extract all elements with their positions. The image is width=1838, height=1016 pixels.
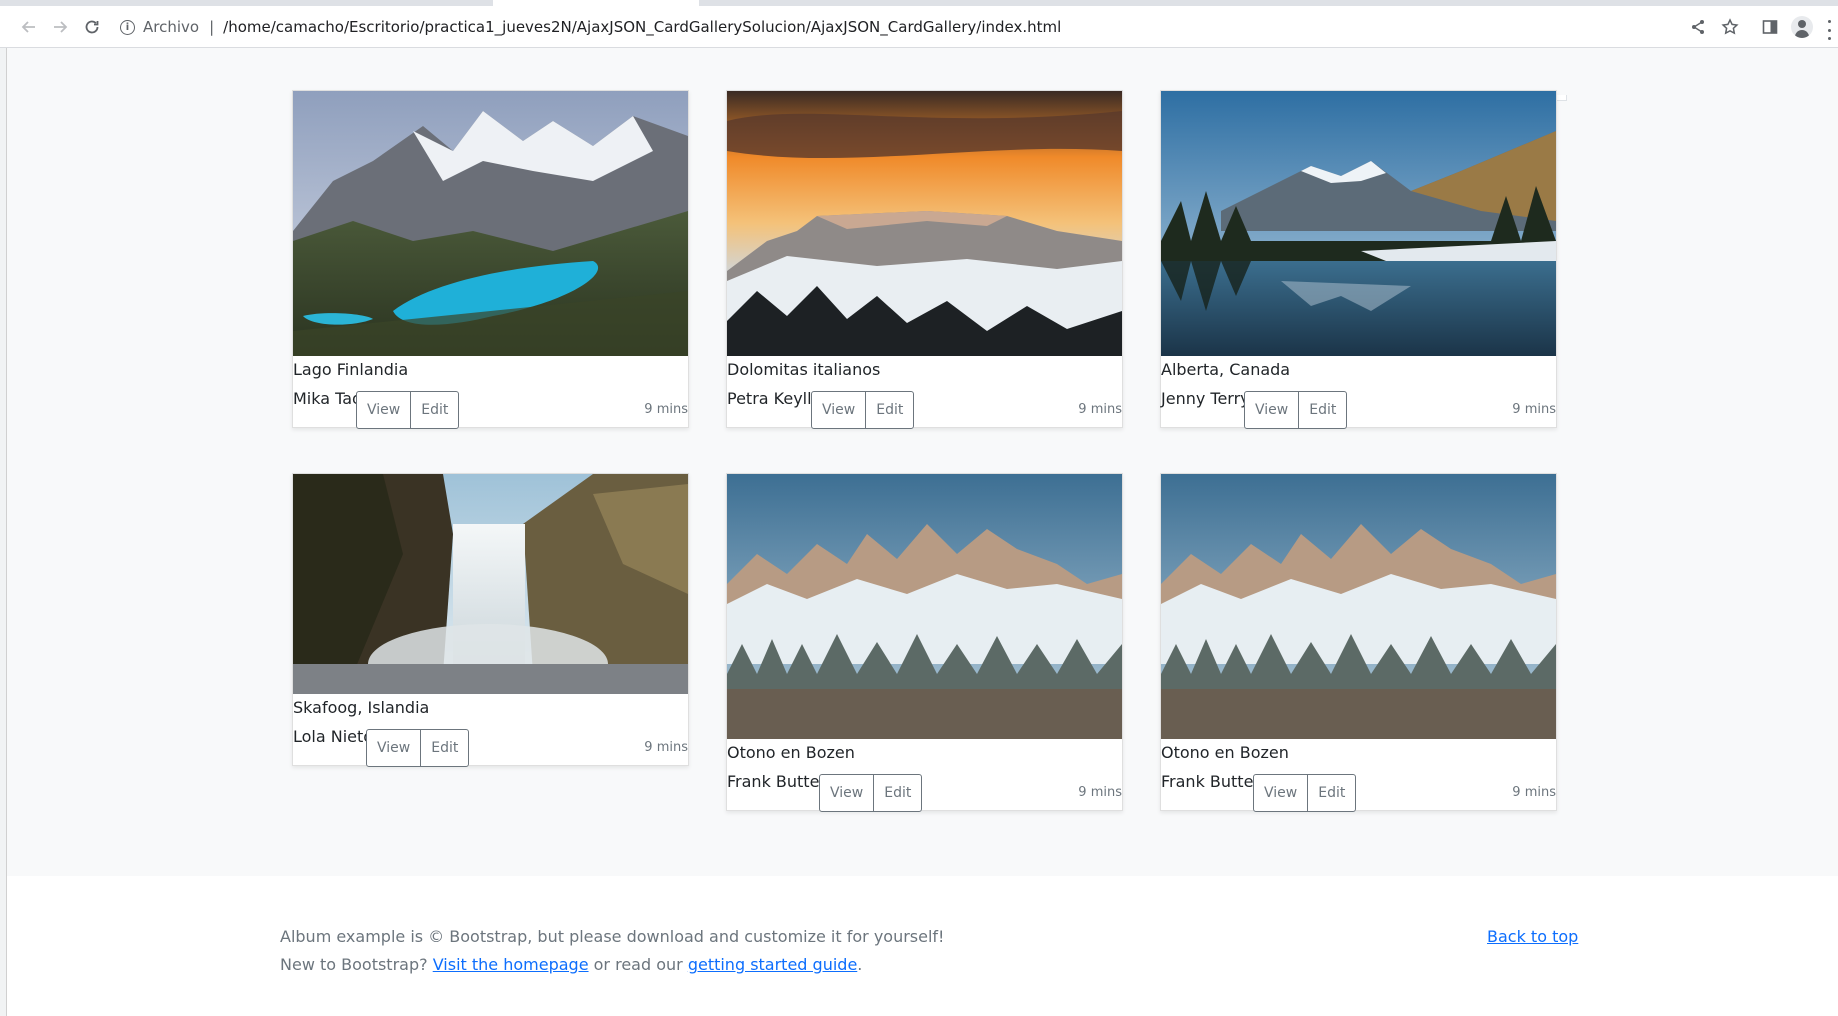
card-footer: Lola Nieto View Edit 9 mins — [293, 719, 688, 767]
view-button[interactable]: View — [819, 774, 875, 812]
card-time: 9 mins — [644, 402, 688, 417]
lake-mountain-image — [293, 91, 688, 356]
card-button-group: View Edit — [811, 391, 915, 429]
card-footer: Mika Tao View Edit 9 mins — [293, 381, 688, 429]
footer-links-line: New to Bootstrap? Visit the homepage or … — [280, 954, 862, 976]
card-title: Alberta, Canada — [1161, 360, 1291, 379]
menu-kebab-icon[interactable] — [1826, 20, 1832, 40]
footer-copyright: Album example is © Bootstrap, but please… — [280, 927, 945, 946]
card-time: 9 mins — [644, 740, 688, 755]
card-author: Mika Tao — [293, 389, 362, 408]
url-separator: | — [209, 18, 215, 36]
edit-button[interactable]: Edit — [865, 391, 915, 429]
edit-button[interactable]: Edit — [410, 391, 460, 429]
card-time: 9 mins — [1512, 402, 1556, 417]
address-bar[interactable]: i Archivo | /home/camacho/Escritorio/pra… — [120, 12, 1698, 42]
card-author: Petra Keylly — [727, 389, 822, 408]
footer-prefix: New to Bootstrap? — [280, 955, 428, 974]
card-time: 9 mins — [1512, 785, 1556, 800]
card-time: 9 mins — [1078, 785, 1122, 800]
getting-started-link[interactable]: getting started guide — [688, 955, 857, 974]
card-title: Skafoog, Islandia — [293, 698, 430, 717]
profile-avatar-icon[interactable] — [1787, 12, 1817, 42]
card-title: Otono en Bozen — [727, 743, 855, 762]
card-otono-en-bozen-2: Otono en Bozen Frank Butten View Edit 9 … — [1160, 473, 1557, 812]
side-panel-icon[interactable] — [1755, 12, 1785, 42]
card-footer: Frank Butten View Edit 9 mins — [1161, 764, 1556, 812]
card-author: Jenny Terry — [1161, 389, 1250, 408]
view-button[interactable]: View — [811, 391, 867, 429]
card-title: Otono en Bozen — [1161, 743, 1289, 762]
card-footer: Petra Keylly View Edit 9 mins — [727, 381, 1122, 429]
card-button-group: View Edit — [819, 774, 923, 812]
sunset-mountain-image — [727, 91, 1122, 356]
page-footer: Album example is © Bootstrap, but please… — [7, 876, 1838, 1016]
card-button-group: View Edit — [1253, 774, 1357, 812]
card-author: Frank Butten — [727, 772, 830, 791]
card-title: Lago Finlandia — [293, 360, 409, 379]
card-skafoog-islandia: Skafoog, Islandia Lola Nieto View Edit 9… — [292, 473, 689, 767]
card-author: Frank Butten — [1161, 772, 1264, 791]
card-button-group: View Edit — [1244, 391, 1348, 429]
view-button[interactable]: View — [366, 729, 422, 767]
card-lago-finlandia: Lago Finlandia Mika Tao View Edit 9 mins — [292, 90, 689, 429]
reload-icon[interactable] — [77, 12, 107, 42]
forward-arrow-icon[interactable] — [45, 12, 75, 42]
card-title: Dolomitas italianos — [727, 360, 881, 379]
snowy-peaks-image — [1161, 474, 1556, 739]
homepage-link[interactable]: Visit the homepage — [433, 955, 589, 974]
card-author: Lola Nieto — [293, 727, 374, 746]
card-otono-en-bozen: Otono en Bozen Frank Butten View Edit 9 … — [726, 473, 1123, 812]
footer-suffix: . — [857, 955, 863, 974]
edit-button[interactable]: Edit — [420, 729, 470, 767]
view-button[interactable]: View — [356, 391, 412, 429]
card-alberta-canada: Alberta, Canada Jenny Terry View Edit 9 … — [1160, 90, 1557, 429]
scheme-label: Archivo — [143, 18, 200, 36]
reflection-mountain-image — [1161, 91, 1556, 356]
back-arrow-icon[interactable] — [14, 12, 44, 42]
info-icon[interactable]: i — [120, 19, 135, 35]
card-time: 9 mins — [1078, 402, 1122, 417]
card-button-group: View Edit — [356, 391, 460, 429]
card-button-group: View Edit — [366, 729, 470, 767]
album-section: Lago Finlandia Mika Tao View Edit 9 mins — [7, 48, 1838, 876]
edit-button[interactable]: Edit — [1298, 391, 1348, 429]
card-footer: Frank Butten View Edit 9 mins — [727, 764, 1122, 812]
browser-toolbar: i Archivo | /home/camacho/Escritorio/pra… — [0, 6, 1838, 48]
card-dolomitas-italianos: Dolomitas italianos Petra Keylly View Ed… — [726, 90, 1123, 429]
snowy-peaks-image — [727, 474, 1122, 739]
devtools-panel-edge — [0, 48, 7, 1016]
edit-button[interactable]: Edit — [873, 774, 923, 812]
back-to-top-link[interactable]: Back to top — [1487, 926, 1578, 948]
url-text[interactable]: /home/camacho/Escritorio/practica1_jueve… — [223, 18, 1061, 36]
view-button[interactable]: View — [1253, 774, 1309, 812]
footer-middle: or read our — [593, 955, 683, 974]
waterfall-image — [293, 474, 688, 694]
bookmark-star-icon[interactable] — [1715, 12, 1745, 42]
share-icon[interactable] — [1683, 12, 1713, 42]
view-button[interactable]: View — [1244, 391, 1300, 429]
card-footer: Jenny Terry View Edit 9 mins — [1161, 381, 1556, 429]
edit-button[interactable]: Edit — [1307, 774, 1357, 812]
